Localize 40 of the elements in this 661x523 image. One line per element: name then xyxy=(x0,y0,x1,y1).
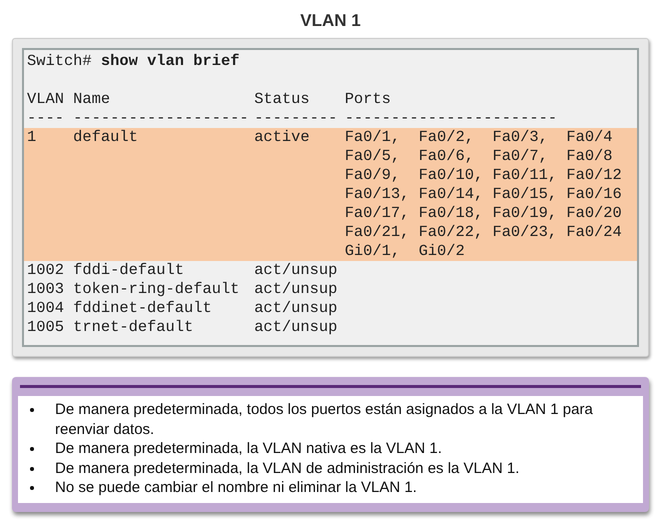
table-cell: token-ring-default xyxy=(73,280,240,299)
table-cell: 1004 xyxy=(27,299,64,318)
column-header: Name xyxy=(73,90,110,109)
table-cell: 1002 xyxy=(27,261,64,280)
column-header: VLAN xyxy=(27,90,64,109)
table-cell: Fa0/13, Fa0/14, Fa0/15, Fa0/16 xyxy=(344,185,622,204)
table-cell: act/unsup xyxy=(254,299,338,318)
column-rule: ----------------------- xyxy=(344,109,558,128)
table-cell: trnet-default xyxy=(73,318,194,337)
table-cell: 1 xyxy=(27,128,36,147)
column-rule: ---- xyxy=(27,109,64,128)
table-cell: Fa0/21, Fa0/22, Fa0/23, Fa0/24 xyxy=(344,223,622,242)
table-cell: act/unsup xyxy=(254,261,338,280)
slide-title: VLAN 1 xyxy=(299,10,362,32)
table-cell: default xyxy=(73,128,138,147)
note-text: No se puede cambiar el nombre ni eliminar la VLAN 1. xyxy=(55,478,418,498)
bullet-icon xyxy=(30,486,34,490)
bullet-icon xyxy=(30,408,34,412)
column-rule: --------- xyxy=(254,109,338,128)
table-cell: fddinet-default xyxy=(73,299,212,318)
note-text: De manera predeterminada, todos los puertos están asignados a la VLAN 1 para reenviar datos. xyxy=(55,400,594,439)
command-line: Switch# show vlan brief xyxy=(26,52,240,71)
table-cell: Gi0/1, Gi0/2 xyxy=(344,242,465,261)
note-text: De manera predeterminada, la VLAN nativa es la VLAN 1. xyxy=(55,439,443,458)
bullet-icon xyxy=(30,447,34,451)
table-cell: 1005 xyxy=(27,318,64,337)
table-cell: Fa0/17, Fa0/18, Fa0/19, Fa0/20 xyxy=(344,204,622,223)
table-cell: active xyxy=(254,128,310,147)
table-cell: fddi-default xyxy=(73,261,184,280)
column-rule: ------------------- xyxy=(73,109,249,128)
table-cell: 1003 xyxy=(27,280,64,299)
note-text: De manera predeterminada, la VLAN de administración es la VLAN 1. xyxy=(55,458,520,478)
table-cell: Fa0/1, Fa0/2, Fa0/3, Fa0/4 xyxy=(344,128,613,147)
table-cell: act/unsup xyxy=(254,280,338,299)
bullet-icon xyxy=(30,466,34,470)
column-header: Ports xyxy=(344,90,391,109)
table-cell: Fa0/5, Fa0/6, Fa0/7, Fa0/8 xyxy=(344,147,613,166)
column-header: Status xyxy=(254,90,310,109)
table-cell: Fa0/9, Fa0/10, Fa0/11, Fa0/12 xyxy=(344,166,622,185)
table-cell: act/unsup xyxy=(254,318,338,337)
